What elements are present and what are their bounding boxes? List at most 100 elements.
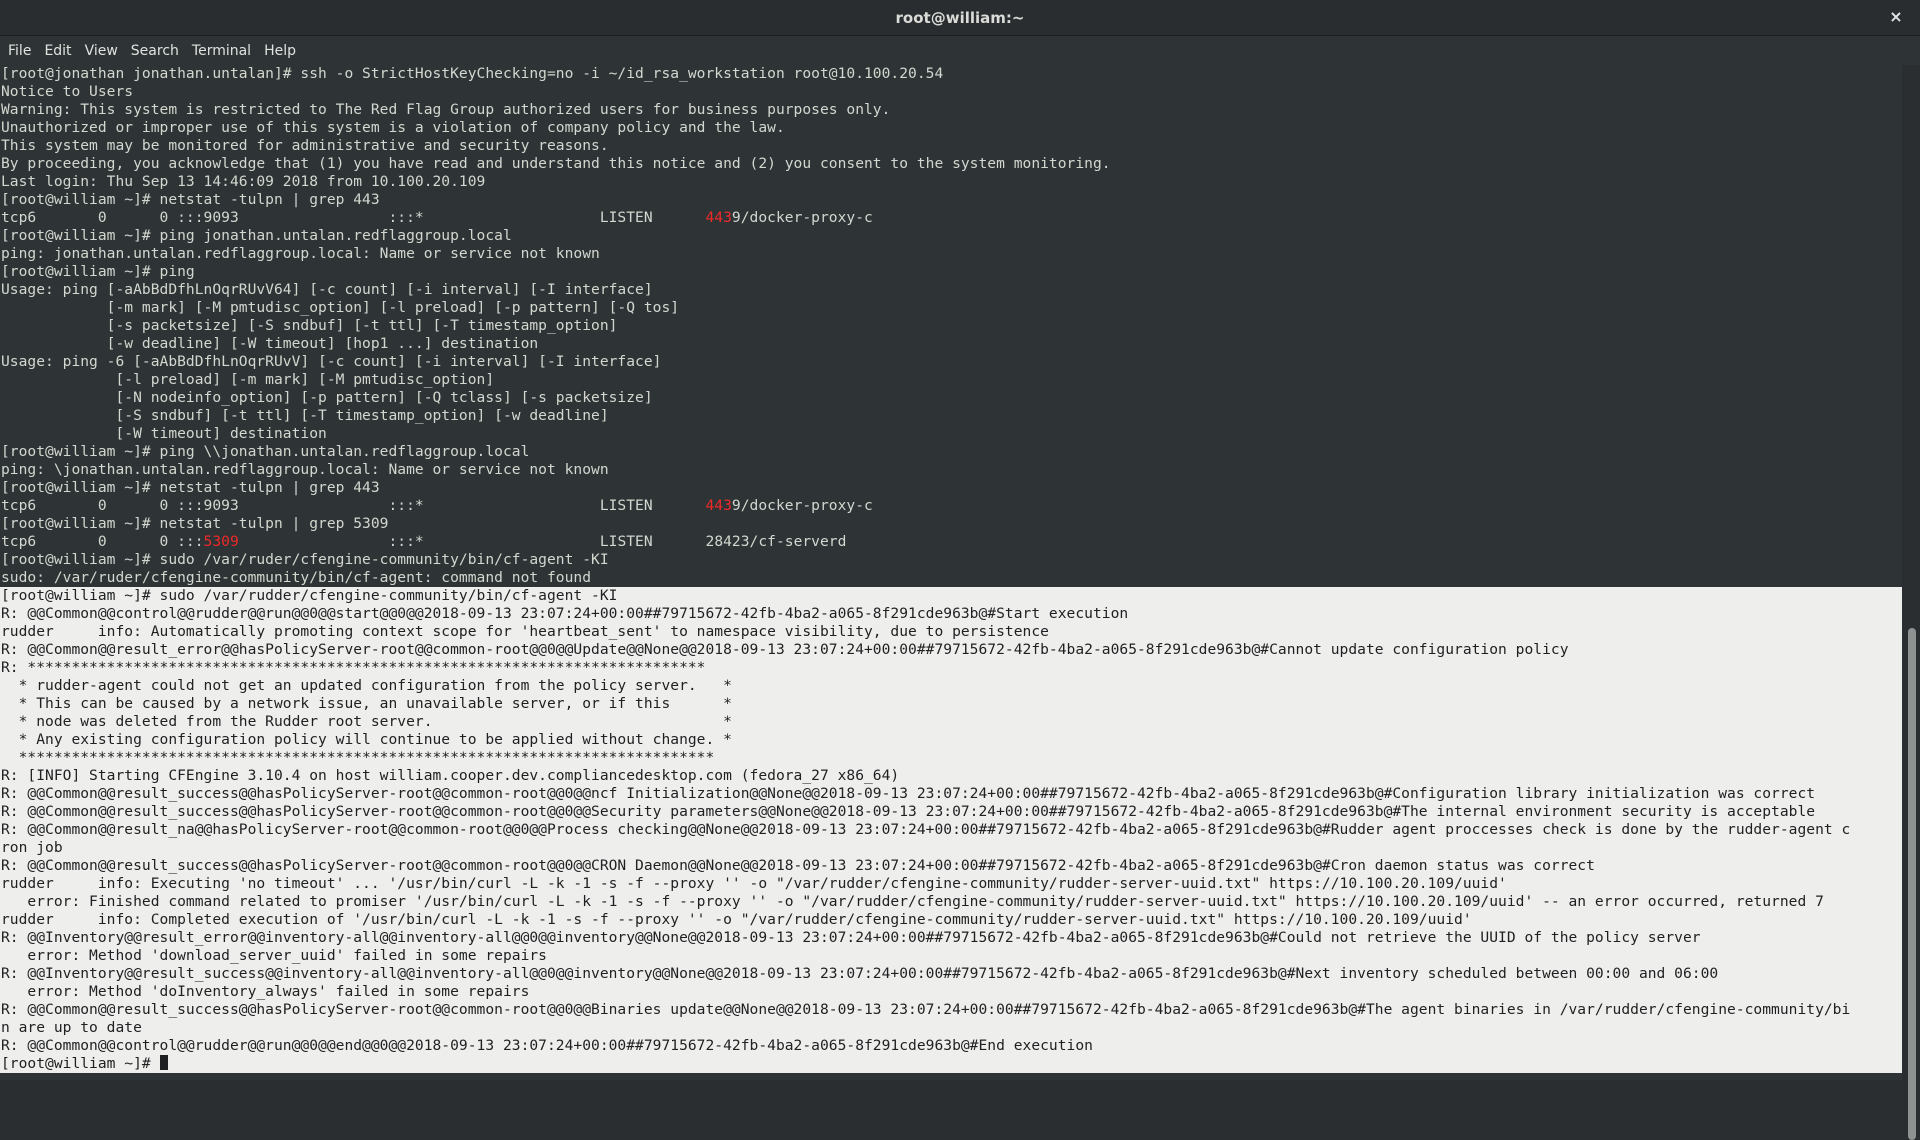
terminal-line: Last login: Thu Sep 13 14:46:09 2018 fro… [0,173,1902,191]
terminal-line: [root@william ~]# netstat -tulpn | grep … [0,479,1902,497]
terminal-text: [-S sndbuf] [-t ttl] [-T timestamp_optio… [1,407,609,424]
terminal-text: ron job [1,839,63,856]
terminal-text: [root@william ~]# netstat -tulpn | grep … [1,515,389,532]
terminal-text: ****************************************… [1,749,715,766]
terminal-text: error: Method 'doInventory_always' faile… [1,983,530,1000]
terminal-line: R: @@Inventory@@result_error@@inventory-… [0,929,1902,947]
terminal-text: n are up to date [1,1019,142,1036]
terminal-text: rudder info: Completed execution of '/us… [1,911,1472,928]
terminal-text: * node was deleted from the Rudder root … [1,713,732,730]
terminal-line: R: @@Common@@result_error@@hasPolicyServ… [0,641,1902,659]
terminal-line: Unauthorized or improper use of this sys… [0,119,1902,137]
terminal-line: error: Finished command related to promi… [0,893,1902,911]
terminal-text: [root@william ~]# netstat -tulpn | grep … [1,191,380,208]
menu-terminal[interactable]: Terminal [188,39,260,63]
close-icon[interactable]: × [1886,7,1906,27]
terminal-line: R: @@Common@@result_success@@hasPolicySe… [0,785,1902,803]
terminal-text: Warning: This system is restricted to Th… [1,101,891,118]
terminal-line: error: Method 'download_server_uuid' fai… [0,947,1902,965]
terminal-line: This system may be monitored for adminis… [0,137,1902,155]
terminal-line: Usage: ping -6 [-aAbBdDfhLnOqrRUvV] [-c … [0,353,1902,371]
terminal-line: * This can be caused by a network issue,… [0,695,1902,713]
terminal-line: R: @@Common@@result_success@@hasPolicySe… [0,803,1902,821]
terminal-line: [-m mark] [-M pmtudisc_option] [-l prelo… [0,299,1902,317]
terminal-line: tcp6 0 0 :::9093 :::* LISTEN 4439/docker… [0,497,1902,515]
terminal-prompt-line: [root@william ~]# [0,1055,1902,1073]
terminal-text: R: @@Common@@result_error@@hasPolicyServ… [1,641,1569,658]
terminal-text: Unauthorized or improper use of this sys… [1,119,785,136]
terminal-line: * Any existing configuration policy will… [0,731,1902,749]
terminal-line: [-s packetsize] [-S sndbuf] [-t ttl] [-T… [0,317,1902,335]
title-bar[interactable]: root@william:~ × [0,0,1920,36]
terminal-text: error: Finished command related to promi… [1,893,1824,910]
terminal-line: Usage: ping [-aAbBdDfhLnOqrRUvV64] [-c c… [0,281,1902,299]
terminal-line: [-l preload] [-m mark] [-M pmtudisc_opti… [0,371,1902,389]
terminal-previous-output: [root@jonathan jonathan.untalan]# ssh -o… [0,65,1902,587]
menu-help[interactable]: Help [260,39,305,63]
terminal-line: R: [INFO] Starting CFEngine 3.10.4 on ho… [0,767,1902,785]
terminal-text: ping: jonathan.untalan.redflaggroup.loca… [1,245,600,262]
terminal-text: 9/docker-proxy-c [731,497,873,514]
terminal-line: * node was deleted from the Rudder root … [0,713,1902,731]
terminal-text: R: @@Common@@result_success@@hasPolicySe… [1,1001,1851,1018]
terminal-text: rudder info: Automatically promoting con… [1,623,1049,640]
menu-bar: File Edit View Search Terminal Help [0,36,1920,65]
terminal-text: tcp6 0 0 ::: [1,533,204,550]
terminal-text: [root@william ~]# ping jonathan.untalan.… [1,227,512,244]
grep-match-highlight: 443 [705,209,732,226]
terminal-line: [root@william ~]# ping jonathan.untalan.… [0,227,1902,245]
terminal-line: sudo: /var/ruder/cfengine-community/bin/… [0,569,1902,587]
terminal-text: [-w deadline] [-W timeout] [hop1 ...] de… [1,335,539,352]
terminal-text: R: @@Inventory@@result_error@@inventory-… [1,929,1701,946]
terminal-text: ping: \jonathan.untalan.redflaggroup.loc… [1,461,609,478]
terminal-text: * rudder-agent could not get an updated … [1,677,732,694]
terminal-text: [root@william ~]# ping [1,263,195,280]
terminal-text: tcp6 0 0 :::9093 :::* LISTEN [1,497,706,514]
terminal-text: [-l preload] [-m mark] [-M pmtudisc_opti… [1,371,495,388]
terminal-text: * Any existing configuration policy will… [1,731,732,748]
terminal-line: R: @@Inventory@@result_success@@inventor… [0,965,1902,983]
terminal-line: [-N nodeinfo_option] [-p pattern] [-Q tc… [0,389,1902,407]
terminal-text: This system may be monitored for adminis… [1,137,609,154]
terminal-text: R: @@Common@@result_success@@hasPolicySe… [1,803,1816,820]
terminal-text: Usage: ping -6 [-aAbBdDfhLnOqrRUvV] [-c … [1,353,662,370]
terminal-text: R: @@Common@@result_success@@hasPolicySe… [1,857,1595,874]
terminal-text: sudo: /var/ruder/cfengine-community/bin/… [1,569,592,586]
terminal-text: [root@william ~]# sudo /var/rudder/cfeng… [1,587,618,604]
terminal-text: R: @@Common@@control@@rudder@@run@@0@@en… [1,1037,1093,1054]
menu-file[interactable]: File [4,39,40,63]
terminal-output[interactable]: [root@jonathan jonathan.untalan]# ssh -o… [0,65,1902,1080]
vertical-scrollbar[interactable] [1902,65,1920,1140]
terminal-text: [root@jonathan jonathan.untalan]# ssh -o… [1,65,944,82]
terminal-line: [root@william ~]# sudo /var/ruder/cfengi… [0,551,1902,569]
terminal-text: R: [INFO] Starting CFEngine 3.10.4 on ho… [1,767,900,784]
terminal-line: ****************************************… [0,749,1902,767]
terminal-text: R: @@Common@@control@@rudder@@run@@0@@st… [1,605,1129,622]
menu-search[interactable]: Search [127,39,188,63]
terminal-line: R: @@Common@@result_na@@hasPolicyServer-… [0,821,1902,839]
terminal-line: [root@william ~]# sudo /var/rudder/cfeng… [0,587,1902,605]
terminal-text: [-m mark] [-M pmtudisc_option] [-l prelo… [1,299,680,316]
menu-edit[interactable]: Edit [40,39,80,63]
terminal-line: R: @@Common@@result_success@@hasPolicySe… [0,857,1902,875]
terminal-text: [root@william ~]# ping \\jonathan.untala… [1,443,530,460]
window-title: root@william:~ [895,8,1025,27]
grep-match-highlight: 5309 [203,533,239,550]
terminal-text: 9/docker-proxy-c [731,209,873,226]
terminal-selected-output: [root@william ~]# sudo /var/rudder/cfeng… [0,587,1902,1073]
terminal-text: [-s packetsize] [-S sndbuf] [-t ttl] [-T… [1,317,618,334]
grep-match-highlight: 443 [705,497,732,514]
menu-view[interactable]: View [81,39,127,63]
terminal-line: tcp6 0 0 :::9093 :::* LISTEN 4439/docker… [0,209,1902,227]
terminal-text: R: *************************************… [1,659,706,676]
terminal-line: R: @@Common@@control@@rudder@@run@@0@@en… [0,1037,1902,1055]
terminal-line: rudder info: Completed execution of '/us… [0,911,1902,929]
terminal-window: root@william:~ × File Edit View Search T… [0,0,1920,1140]
terminal-text: Last login: Thu Sep 13 14:46:09 2018 fro… [1,173,486,190]
terminal-text: R: @@Common@@result_na@@hasPolicyServer-… [1,821,1851,838]
scrollbar-thumb[interactable] [1908,628,1916,1140]
terminal-text: R: @@Inventory@@result_success@@inventor… [1,965,1719,982]
terminal-line: Notice to Users [0,83,1902,101]
terminal-text: By proceeding, you acknowledge that (1) … [1,155,1111,172]
terminal-text: [-W timeout] destination [1,425,327,442]
